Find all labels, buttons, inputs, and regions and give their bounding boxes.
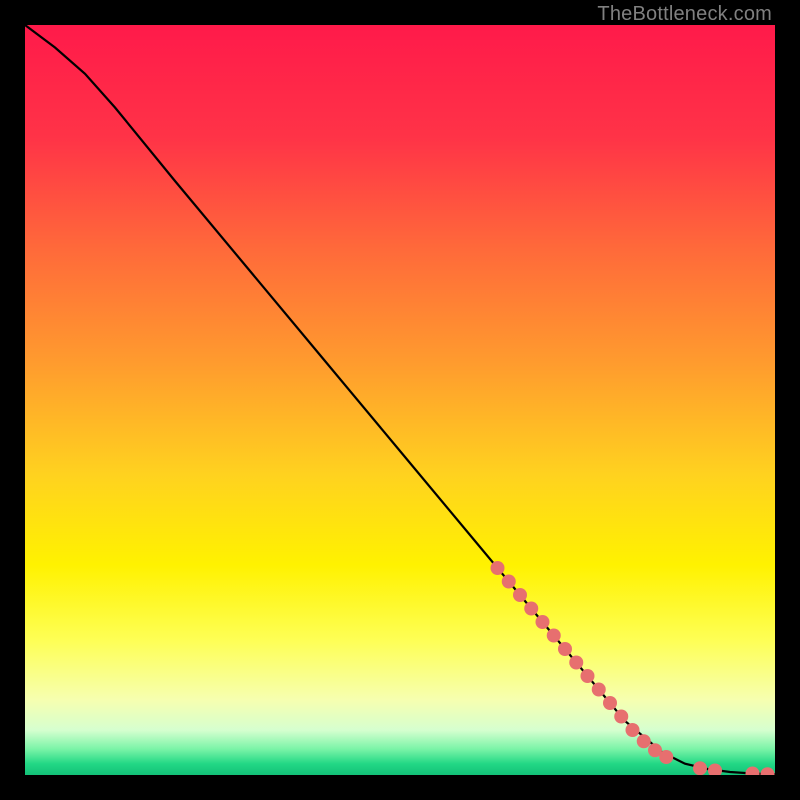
data-marker: [637, 734, 651, 748]
chart-frame: [25, 25, 775, 775]
data-marker: [547, 629, 561, 643]
data-marker: [693, 761, 707, 775]
data-marker: [569, 656, 583, 670]
data-marker: [502, 575, 516, 589]
gradient-background: [25, 25, 775, 775]
plot-svg: [25, 25, 775, 775]
data-marker: [513, 588, 527, 602]
data-marker: [524, 602, 538, 616]
data-marker: [626, 723, 640, 737]
data-marker: [536, 615, 550, 629]
data-marker: [614, 710, 628, 724]
data-marker: [603, 696, 617, 710]
data-marker: [659, 750, 673, 764]
data-marker: [592, 683, 606, 697]
data-marker: [558, 642, 572, 656]
data-marker: [581, 669, 595, 683]
attribution-text: TheBottleneck.com: [597, 3, 772, 26]
data-marker: [491, 561, 505, 575]
